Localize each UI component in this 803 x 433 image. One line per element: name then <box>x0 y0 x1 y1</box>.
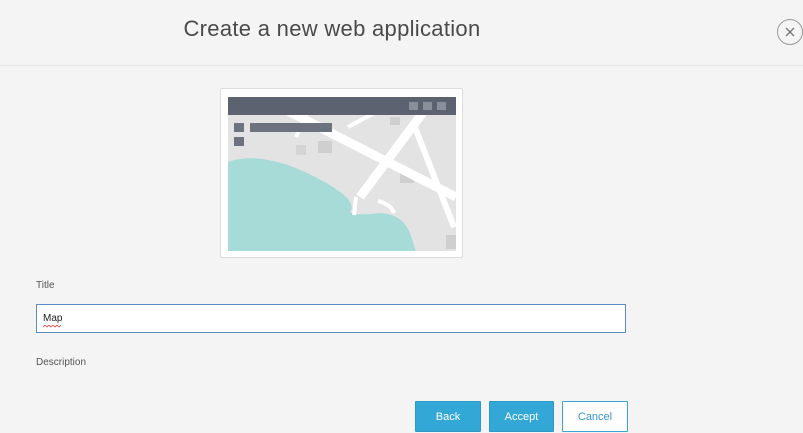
close-button[interactable] <box>777 19 803 45</box>
back-button[interactable]: Back <box>415 401 481 432</box>
spellcheck-underline <box>43 325 61 328</box>
description-label: Description <box>36 357 87 368</box>
dialog-title: Create a new web application <box>183 16 481 41</box>
map-app-thumbnail <box>228 97 456 251</box>
close-icon <box>785 27 795 37</box>
app-thumbnail-card <box>220 88 463 258</box>
cancel-button[interactable]: Cancel <box>562 401 628 432</box>
title-label: Title <box>36 280 55 291</box>
dialog-header: Create a new web application <box>0 0 803 66</box>
title-input[interactable] <box>36 304 626 333</box>
accept-button[interactable]: Accept <box>489 401 554 432</box>
